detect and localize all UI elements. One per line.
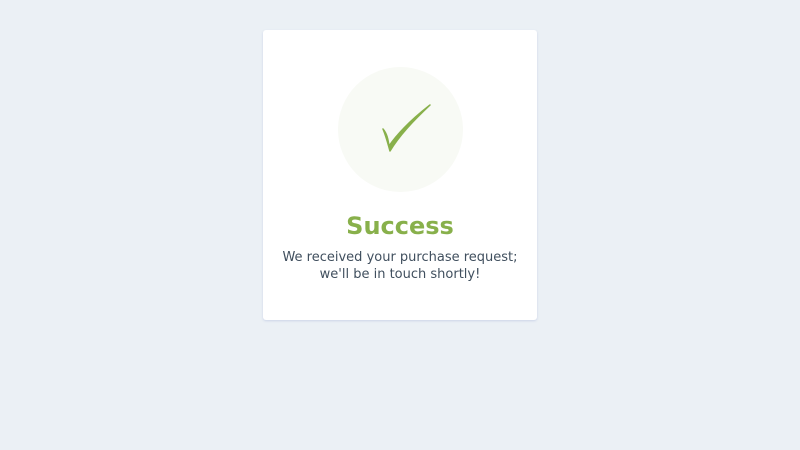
success-card: Success We received your purchase reques… — [263, 30, 537, 320]
check-mark-path — [382, 104, 431, 152]
success-title: Success — [346, 212, 454, 240]
success-icon-circle — [338, 67, 463, 192]
page: Success We received your purchase reques… — [0, 0, 800, 450]
check-mark-icon — [382, 104, 431, 152]
success-message-line: we'll be in touch shortly! — [319, 267, 481, 282]
success-message-line: We received your purchase request; — [282, 250, 518, 265]
success-message: We received your purchase request; we'll… — [263, 249, 537, 283]
